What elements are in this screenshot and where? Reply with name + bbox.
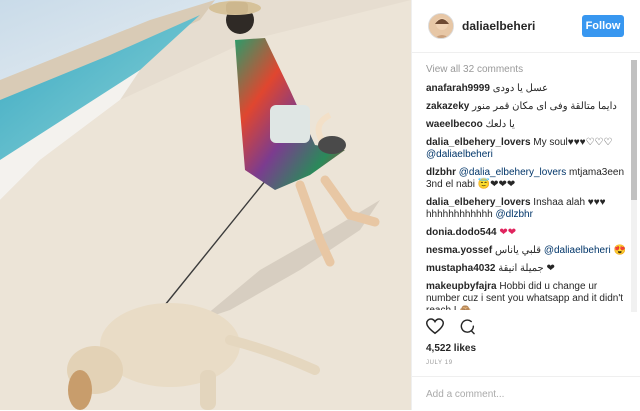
add-comment-input[interactable]	[426, 386, 616, 402]
comment-username[interactable]: mustapha4032	[426, 263, 495, 274]
comment-username[interactable]: makeupbyfajra	[426, 281, 497, 292]
comment-text: ❤❤	[499, 227, 517, 238]
comment-item: zakazeky دايما متالقة وفى اى مكان قمر من…	[426, 101, 626, 113]
comment-item: dalia_elbehery_lovers My soul♥♥♥♡♡♡ @dal…	[426, 137, 626, 161]
likes-count[interactable]: 4,522 likes	[426, 343, 476, 354]
comment-mention[interactable]: @daliaelbeheri	[544, 245, 611, 256]
comment-text: عسل يا دودى	[492, 83, 549, 94]
comment-item: waeelbecoo يا دلعك	[426, 119, 626, 131]
comment-username[interactable]: dlzbhr	[426, 167, 456, 178]
comment-item: mustapha4032 جميلة انيقة ❤	[426, 263, 626, 275]
comments-list[interactable]: View all 32 comments anafarah9999 عسل يا…	[426, 60, 626, 310]
comment-username[interactable]: waeelbecoo	[426, 119, 483, 130]
beach-scene	[0, 0, 411, 410]
comment-mention[interactable]: @daliaelbeheri	[426, 149, 493, 160]
post-header: daliaelbeheri Follow	[412, 0, 640, 53]
comment-username[interactable]: anafarah9999	[426, 83, 490, 94]
comment-mention[interactable]: @dalia_elbehery_lovers	[459, 167, 566, 178]
avatar-image	[429, 14, 453, 38]
comment-mention[interactable]: @dlzbhr	[496, 209, 533, 220]
comment-username[interactable]: zakazeky	[426, 101, 469, 112]
comment-item: anafarah9999 عسل يا دودى	[426, 83, 626, 95]
scrollbar-thumb[interactable]	[631, 60, 637, 200]
comment-text: جميلة انيقة ❤	[498, 263, 555, 274]
comment-text: يا دلعك	[485, 119, 515, 130]
comment-icon[interactable]	[458, 318, 476, 335]
post-actions	[425, 318, 476, 338]
comments-scrollbar[interactable]	[631, 60, 637, 312]
comment-emoji: 😍	[613, 245, 626, 256]
avatar[interactable]	[428, 13, 454, 39]
post-date: JULY 19	[426, 360, 453, 366]
comment-item: makeupbyfajra Hobbi did u change ur numb…	[426, 281, 626, 310]
comment-item: dalia_elbehery_lovers Inshaa alah ♥♥♥ hh…	[426, 197, 626, 221]
comment-text: My soul♥♥♥♡♡♡	[533, 137, 613, 148]
post-username[interactable]: daliaelbeheri	[462, 19, 535, 33]
view-all-comments-link[interactable]: View all 32 comments	[426, 64, 626, 77]
follow-button[interactable]: Follow	[582, 15, 624, 37]
heart-icon[interactable]	[425, 318, 445, 335]
post-sidebar: daliaelbeheri Follow View all 32 comment…	[411, 0, 640, 410]
comment-username[interactable]: dalia_elbehery_lovers	[426, 137, 531, 148]
comment-username[interactable]: dalia_elbehery_lovers	[426, 197, 531, 208]
add-comment-bar	[412, 376, 640, 411]
comment-text: قلبي ياناس	[494, 245, 542, 256]
comment-username[interactable]: donia.dodo544	[426, 227, 497, 238]
comment-item: dlzbhr @dalia_elbehery_lovers mtjama3een…	[426, 167, 626, 191]
comment-item: nesma.yossef قلبي ياناس @daliaelbeheri 😍	[426, 245, 626, 257]
comment-item: donia.dodo544 ❤❤	[426, 227, 626, 239]
post-photo[interactable]	[0, 0, 411, 410]
comment-text: دايما متالقة وفى اى مكان قمر منور	[472, 101, 617, 112]
comment-username[interactable]: nesma.yossef	[426, 245, 492, 256]
